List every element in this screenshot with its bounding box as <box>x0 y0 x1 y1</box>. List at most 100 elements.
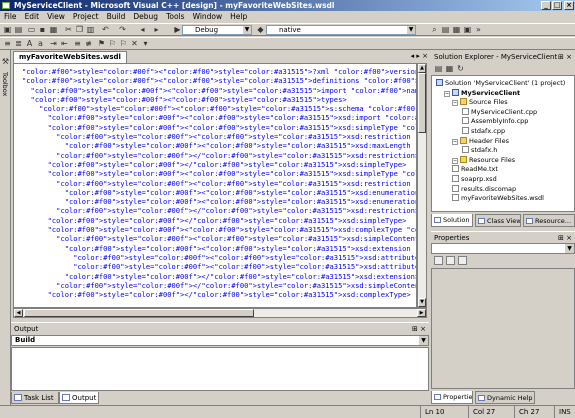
tab-resource-view[interactable]: Resource... <box>523 214 575 227</box>
bookmark-icon[interactable]: ⚑ <box>97 40 106 48</box>
next-bookmark-icon[interactable]: ⚐ <box>108 40 117 48</box>
tree-item[interactable]: Solution 'MyServiceClient' (1 project) <box>436 79 565 88</box>
code-line[interactable]: "color:#f00">style="color:#00f"></"color… <box>22 151 416 160</box>
tab-class-view[interactable]: Class View <box>475 214 521 227</box>
tab-dynamic-help[interactable]: Dynamic Help <box>475 391 535 404</box>
alphabetical-icon[interactable] <box>446 256 455 265</box>
expand-collapse-icon[interactable]: − <box>452 100 458 107</box>
code-line[interactable]: "color:#f00">style="color:#00f"><"color:… <box>22 197 416 206</box>
menu-debug[interactable]: Debug <box>129 11 162 23</box>
code-line[interactable]: "color:#f00">style="color:#00f"></"color… <box>22 160 416 169</box>
solution-explorer-controls[interactable]: ⊞ × <box>558 51 572 63</box>
complete-word-icon[interactable]: a <box>36 40 45 48</box>
code-line[interactable]: "color:#f00">style="color:#00f"><"color:… <box>22 262 416 271</box>
scroll-right-icon[interactable]: ▶ <box>417 309 426 317</box>
save-all-icon[interactable]: ▦ <box>49 26 58 34</box>
properties-grid[interactable] <box>431 268 575 389</box>
toolbox-icon[interactable]: ▣ <box>463 26 472 34</box>
code-line[interactable]: "color:#f00">style="color:#00f"></"color… <box>22 290 416 299</box>
open-file-icon[interactable]: ▭ <box>27 26 36 34</box>
copy-icon[interactable]: ❐ <box>75 26 84 34</box>
output-text-area[interactable] <box>11 347 429 391</box>
quick-info-icon[interactable]: A <box>25 40 34 48</box>
expand-collapse-icon[interactable]: − <box>452 138 458 145</box>
menu-file[interactable]: File <box>0 11 21 23</box>
scroll-thumb[interactable] <box>418 73 426 133</box>
paste-icon[interactable]: ▥ <box>86 26 95 34</box>
code-line[interactable]: "color:#f00">style="color:#00f"><"color:… <box>22 67 416 76</box>
scroll-up-icon[interactable]: ▲ <box>418 64 426 73</box>
indent-icon[interactable]: ⇥ <box>49 40 58 48</box>
toolbox-strip[interactable]: ⚒ Toolbox <box>0 50 11 405</box>
menu-project[interactable]: Project <box>69 11 103 23</box>
output-panel-controls[interactable]: ⊞ × <box>412 323 426 335</box>
new-project-icon[interactable]: ▣ <box>3 26 12 34</box>
undo-icon[interactable]: ↶ <box>101 26 110 34</box>
solution-explorer-icon[interactable]: ▤ <box>441 26 450 34</box>
solution-tree[interactable]: Solution 'MyServiceClient' (1 project) − M… <box>431 75 575 212</box>
code-line[interactable]: "color:#f00">style="color:#00f"><"color:… <box>22 86 416 95</box>
maximize-button[interactable]: □ <box>552 1 562 10</box>
menu-window[interactable]: Window <box>189 11 227 23</box>
code-line[interactable]: "color:#f00">style="color:#00f"><"color:… <box>22 132 416 141</box>
output-source-combo[interactable]: Build ▼ <box>11 335 429 346</box>
tree-item[interactable]: − Source Files <box>452 98 508 107</box>
code-line[interactable]: "color:#f00">style="color:#00f"></"color… <box>22 281 416 290</box>
prev-bookmark-icon[interactable]: ⚐ <box>119 40 128 48</box>
code-line[interactable]: "color:#f00">style="color:#00f"><"color:… <box>22 113 416 122</box>
properties-icon[interactable]: ▤ <box>434 65 443 73</box>
close-button[interactable]: × <box>564 1 574 10</box>
code-line[interactable]: "color:#f00">style="color:#00f"><"color:… <box>22 95 416 104</box>
categorized-icon[interactable] <box>434 256 443 265</box>
editor-tab-controls[interactable]: ◂ ▸ × <box>392 52 428 62</box>
tab-output[interactable]: Output <box>59 392 99 404</box>
comment-icon[interactable]: ≡ <box>73 40 82 48</box>
parameter-info-icon[interactable]: ≣ <box>14 40 23 48</box>
properties-icon[interactable]: ▦ <box>452 26 461 34</box>
show-all-files-icon[interactable]: ▦ <box>445 65 454 73</box>
redo-icon[interactable]: ↷ <box>118 26 127 34</box>
tree-item[interactable]: results.discomap <box>452 184 516 194</box>
tree-item[interactable]: soaprp.xsd <box>452 175 497 184</box>
editor-horizontal-scrollbar[interactable]: ◀ ▶ <box>13 308 427 318</box>
code-line[interactable]: "color:#f00">style="color:#00f"><"color:… <box>22 253 416 262</box>
navigate-back-icon[interactable]: ◂ <box>138 26 147 34</box>
code-line[interactable]: "color:#f00">style="color:#00f"><"color:… <box>22 234 416 243</box>
menu-edit[interactable]: Edit <box>21 11 44 23</box>
code-line[interactable]: "color:#f00">style="color:#00f"><"color:… <box>22 188 416 197</box>
overflow-icon[interactable]: » <box>474 26 483 34</box>
expand-collapse-icon[interactable]: − <box>444 90 450 97</box>
expand-collapse-icon[interactable]: − <box>452 157 458 164</box>
property-pages-icon[interactable] <box>458 256 467 265</box>
add-item-icon[interactable]: ▤ <box>14 26 23 34</box>
tree-item[interactable]: − Header Files <box>452 136 509 146</box>
code-line[interactable]: "color:#f00">style="color:#00f"><"color:… <box>22 123 416 132</box>
solution-config-combo[interactable]: Debug ▼ <box>182 25 252 35</box>
member-list-icon[interactable]: ≡ <box>3 40 12 48</box>
outdent-icon[interactable]: ⇤ <box>60 40 69 48</box>
tree-item[interactable]: − Resource Files <box>452 155 515 165</box>
tab-properties[interactable]: Properties <box>431 391 473 404</box>
code-line[interactable]: "color:#f00">style="color:#00f"><"color:… <box>22 104 416 113</box>
tree-item[interactable]: − MyServiceClient <box>444 88 520 98</box>
minimize-button[interactable]: _ <box>541 1 551 10</box>
menu-tools[interactable]: Tools <box>162 11 188 23</box>
scroll-left-icon[interactable]: ◀ <box>14 309 23 317</box>
cut-icon[interactable]: ✂ <box>64 26 73 34</box>
menu-view[interactable]: View <box>43 11 69 23</box>
tree-item[interactable]: stdafx.cpp <box>462 127 505 136</box>
code-line[interactable]: "color:#f00">style="color:#00f"><"color:… <box>22 169 416 178</box>
code-line[interactable]: "color:#f00">style="color:#00f"><"color:… <box>22 179 416 188</box>
uncomment-icon[interactable]: ≢ <box>84 40 93 48</box>
tree-item[interactable]: ReadMe.txt <box>452 165 498 174</box>
code-line[interactable]: "color:#f00">style="color:#00f"><"color:… <box>22 244 416 253</box>
code-line[interactable]: "color:#f00">style="color:#00f"></"color… <box>22 206 416 215</box>
scroll-thumb[interactable] <box>24 309 254 317</box>
editor-vertical-scrollbar[interactable]: ▲ ▼ <box>417 63 427 308</box>
tree-item[interactable]: myFavoriteWebSites.wsdl <box>452 194 544 203</box>
code-line[interactable]: "color:#f00">style="color:#00f"><"color:… <box>22 141 416 150</box>
code-text[interactable]: "color:#f00">style="color:#00f"><"color:… <box>22 67 416 299</box>
tree-item[interactable]: stdafx.h <box>462 146 497 155</box>
code-line[interactable]: "color:#f00">style="color:#00f"><"color:… <box>22 76 416 85</box>
code-line[interactable]: "color:#f00">style="color:#00f"></"color… <box>22 216 416 225</box>
